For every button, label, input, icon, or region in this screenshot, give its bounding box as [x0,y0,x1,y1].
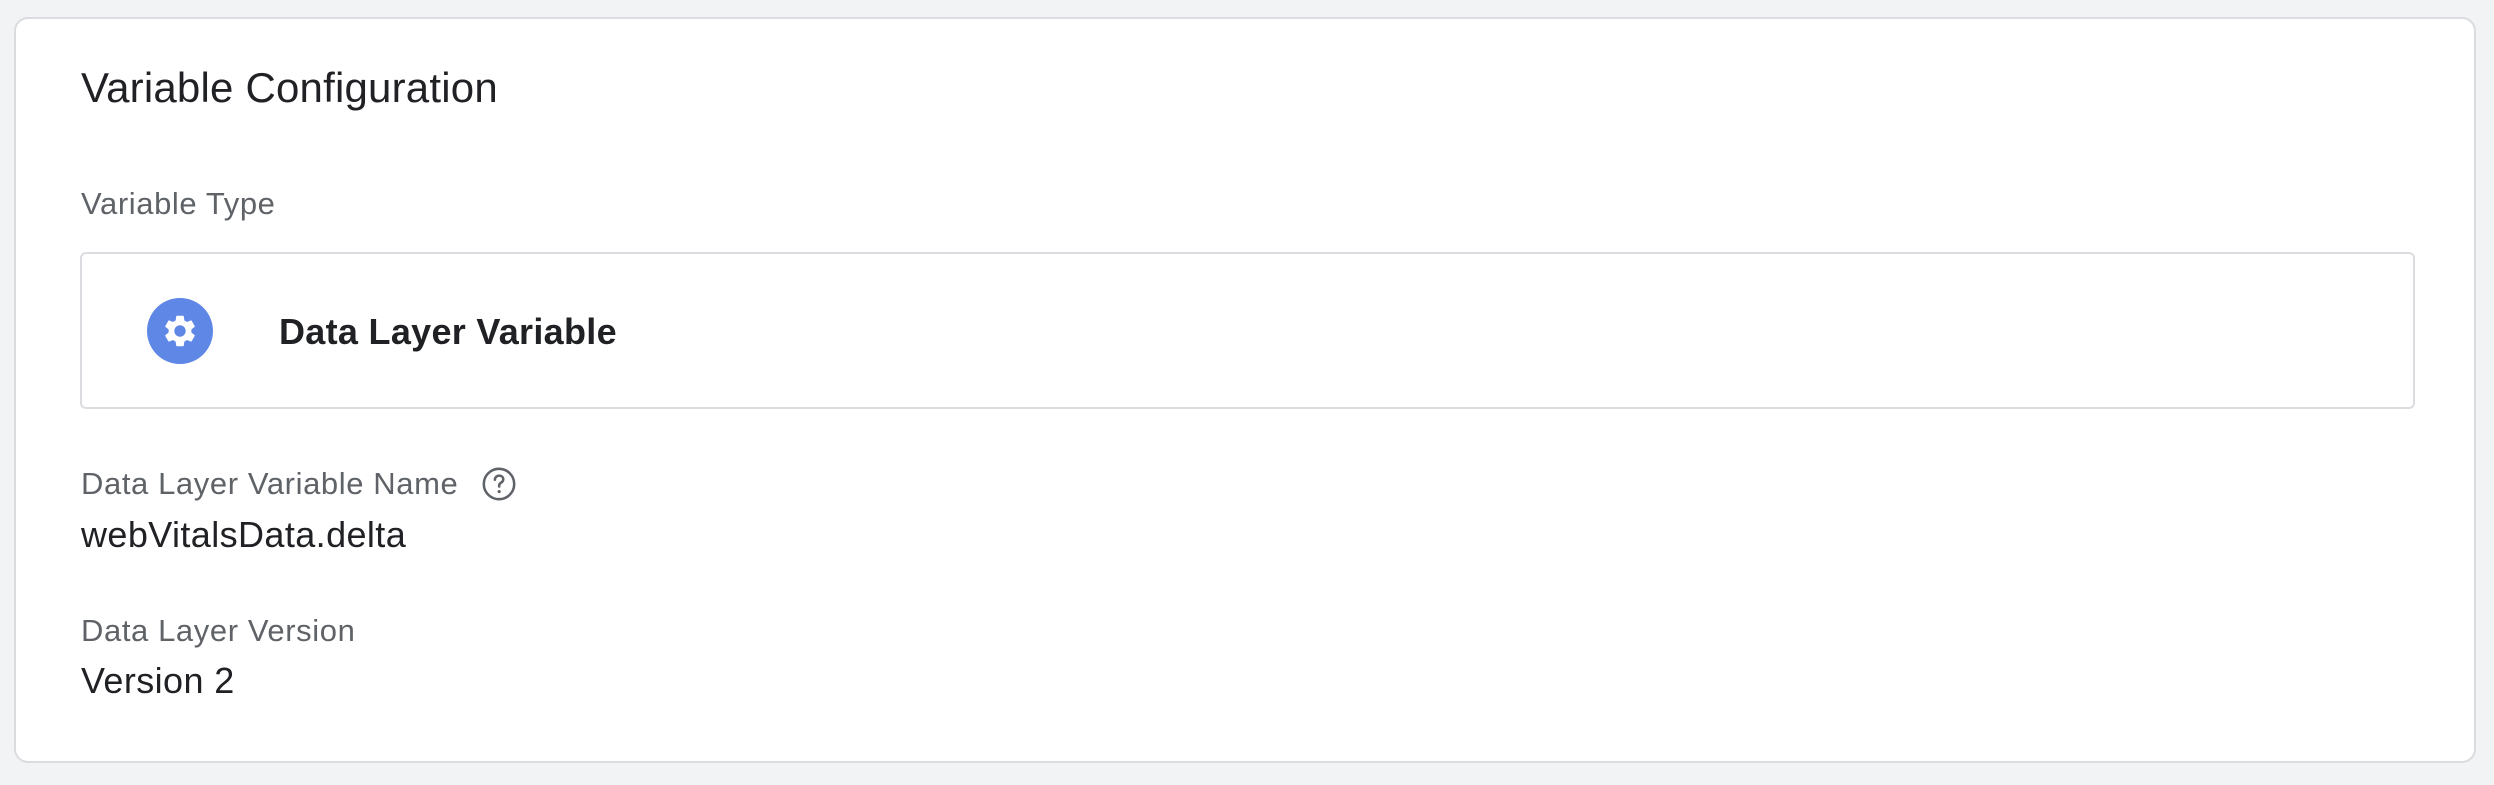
data-layer-version-label: Data Layer Version [81,613,356,648]
data-layer-variable-name-value: webVitalsData.delta [81,514,407,555]
variable-type-selector[interactable]: Data Layer Variable [80,252,2415,409]
variable-type-label: Variable Type [81,186,276,221]
gear-icon [147,298,213,364]
card-title: Variable Configuration [81,64,498,111]
data-layer-variable-name-label: Data Layer Variable Name [81,465,518,503]
data-layer-variable-name-label-text: Data Layer Variable Name [81,466,459,502]
variable-configuration-card[interactable]: Variable Configuration Variable Type Dat… [14,17,2476,763]
data-layer-version-value: Version 2 [81,660,235,701]
variable-type-value: Data Layer Variable [279,311,617,352]
help-circle-icon[interactable] [480,465,518,503]
